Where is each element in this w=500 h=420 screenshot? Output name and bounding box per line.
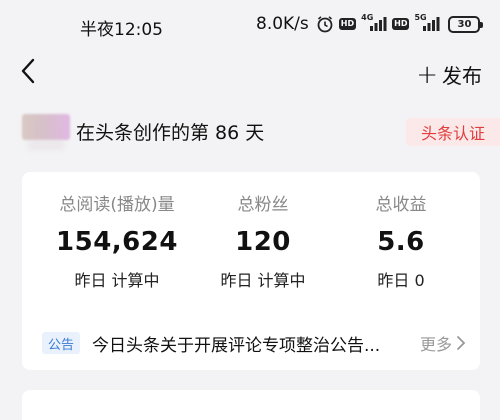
status-time: 半夜12:05 [80,20,163,40]
stats-card: 总阅读(播放)量 154,624 昨日 计算中 总粉丝 120 昨日 计算中 总… [22,172,480,370]
alarm-icon [316,15,334,33]
stat-value: 154,624 [56,227,178,257]
stat-total-fans[interactable]: 总粉丝 120 昨日 计算中 [188,190,338,291]
notice-row[interactable]: 公告 今日头条关于开展评论专项整治公告... 更多 [42,330,466,356]
profile-row: 在头条创作的第 86 天 头条认证 [0,108,500,158]
chevron-right-icon [457,336,466,350]
publish-button[interactable]: + 发布 [416,60,482,89]
verify-badge[interactable]: 头条认证 [406,118,500,146]
avatar[interactable] [22,114,70,140]
stat-sub: 昨日 0 [377,271,425,290]
next-card [22,390,480,420]
stat-label: 总阅读(播放)量 [59,195,175,215]
stat-label: 总粉丝 [237,195,289,215]
stat-label: 总收益 [375,195,427,215]
creation-days-text: 在头条创作的第 86 天 [76,122,265,144]
notice-more-button[interactable]: 更多 [420,331,466,355]
chevron-left-icon [21,58,35,84]
hd-icon: HD [392,18,410,30]
publish-label: 发布 [442,64,482,88]
status-icons: 8.0K/s HD 4G HD 5G 30 [256,13,484,34]
hd-icon: HD [338,18,357,30]
stat-value: 120 [235,227,291,257]
avatar-shadow [28,140,64,150]
signal-4g-icon: 4G [361,13,387,33]
notice-tag: 公告 [42,332,80,354]
notice-more-label: 更多 [419,335,452,354]
network-speed: 8.0K/s [256,14,309,34]
stat-sub: 昨日 计算中 [74,271,160,290]
stat-total-earnings[interactable]: 总收益 5.6 昨日 0 [326,190,476,291]
status-bar: 半夜12:05 8.0K/s HD 4G HD 5G 30 [0,0,500,54]
notice-text[interactable]: 今日头条关于开展评论专项整治公告... [92,331,380,356]
stat-sub: 昨日 计算中 [220,271,306,290]
stat-value: 5.6 [377,227,425,257]
top-nav: + 发布 [0,54,500,94]
signal-5g-icon: 5G [414,13,440,33]
battery-icon: 30 [448,15,484,33]
plus-icon: + [416,59,438,90]
stat-total-reads[interactable]: 总阅读(播放)量 154,624 昨日 计算中 [42,190,192,291]
back-button[interactable] [16,56,46,86]
